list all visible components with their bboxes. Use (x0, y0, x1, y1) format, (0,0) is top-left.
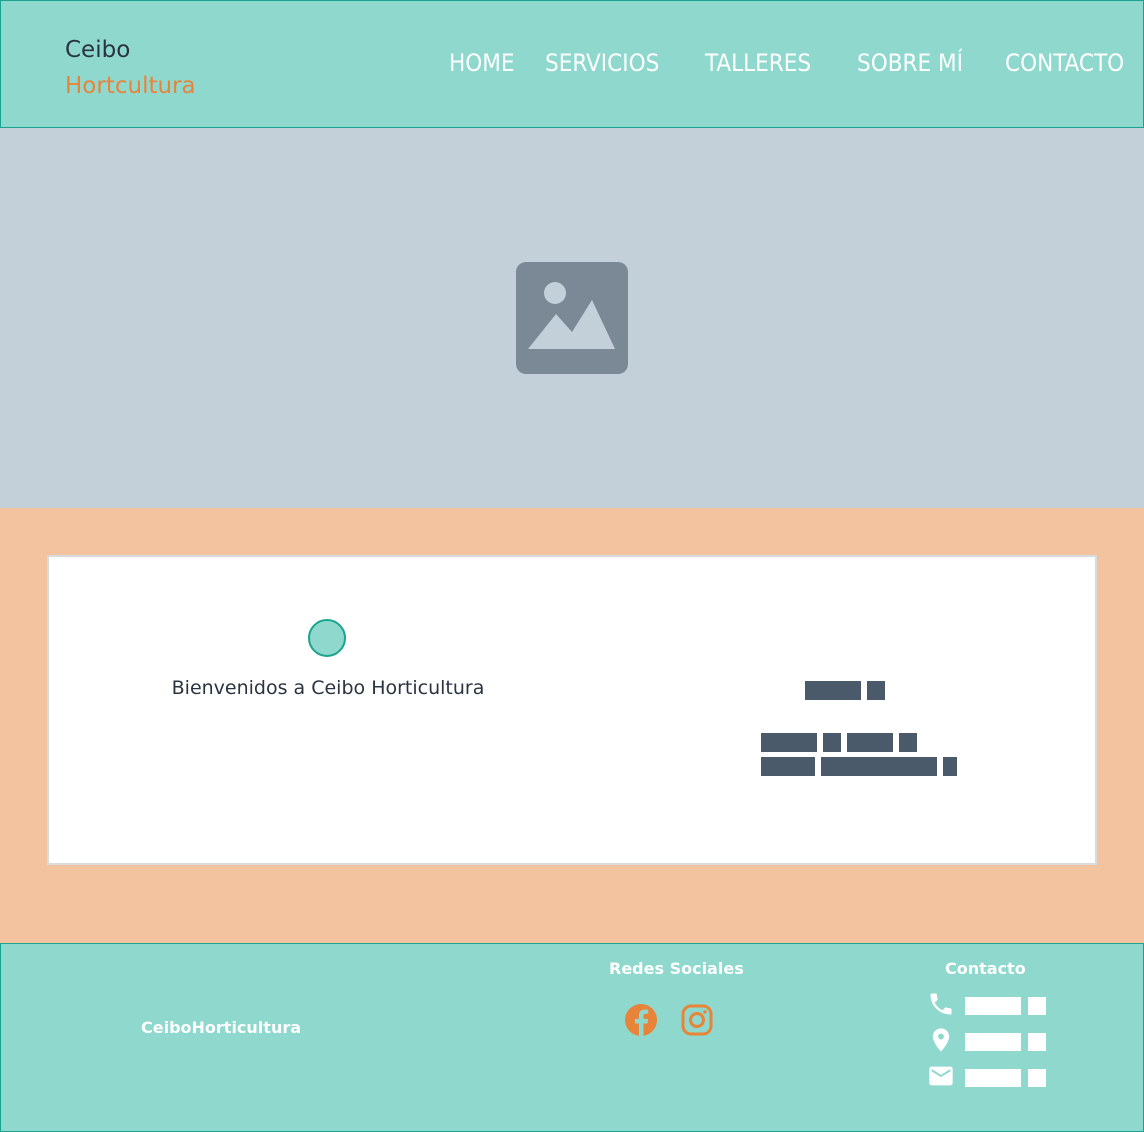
welcome-text: Bienvenidos a Ceibo Horticultura (171, 677, 485, 699)
nav-sobre-mi[interactable]: SOBRE MÍ (857, 49, 963, 77)
redacted-text (847, 733, 893, 752)
decorative-circle (308, 619, 346, 657)
redacted-address (1028, 1033, 1046, 1051)
redacted-text (761, 733, 817, 752)
redacted-phone (965, 997, 1021, 1015)
welcome-section: Bienvenidos a Ceibo Horticultura (0, 508, 1144, 943)
contact-title: Contacto (945, 959, 1026, 978)
instagram-icon[interactable] (679, 1002, 715, 1038)
footer-brand: CeiboHorticultura (141, 1018, 302, 1037)
main-nav: HOME SERVICIOS TALLERES SOBRE MÍ CONTACT… (1, 49, 1144, 83)
site-header: Ceibo Hortcultura HOME SERVICIOS TALLERE… (0, 0, 1144, 128)
redacted-text (867, 681, 885, 700)
nav-servicios[interactable]: SERVICIOS (545, 49, 659, 77)
redacted-text (943, 757, 957, 776)
mail-icon (929, 1066, 953, 1086)
nav-home[interactable]: HOME (449, 49, 515, 77)
redacted-text (899, 733, 917, 752)
nav-contacto[interactable]: CONTACTO (1005, 49, 1124, 77)
social-title: Redes Sociales (609, 959, 744, 978)
redacted-address (965, 1033, 1021, 1051)
redacted-text (805, 681, 861, 700)
location-icon (932, 1028, 950, 1052)
hero-image (0, 128, 1144, 508)
nav-talleres[interactable]: TALLERES (705, 49, 811, 77)
phone-icon (930, 993, 952, 1015)
redacted-phone (1028, 997, 1046, 1015)
redacted-email (1028, 1069, 1046, 1087)
site-footer: CeiboHorticultura Redes Sociales Contact… (0, 943, 1144, 1132)
redacted-text (823, 733, 841, 752)
facebook-icon[interactable] (623, 1002, 659, 1038)
image-placeholder-icon (516, 262, 628, 374)
redacted-text (761, 757, 815, 776)
welcome-card: Bienvenidos a Ceibo Horticultura (47, 555, 1097, 865)
redacted-text (821, 757, 937, 776)
redacted-email (965, 1069, 1021, 1087)
